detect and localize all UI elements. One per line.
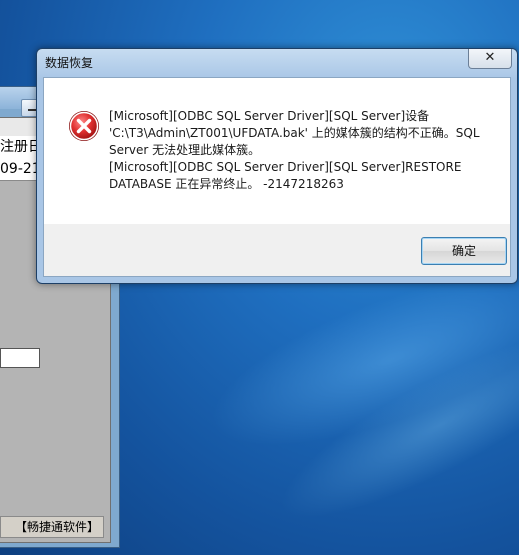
close-button[interactable]: ✕ <box>468 49 512 69</box>
error-icon <box>69 111 99 141</box>
dialog-title: 数据恢复 <box>45 56 94 70</box>
dialog-body: [Microsoft][ODBC SQL Server Driver][SQL … <box>43 77 511 277</box>
error-message: [Microsoft][ODBC SQL Server Driver][SQL … <box>109 109 480 191</box>
text-field[interactable] <box>0 348 40 368</box>
status-label: 【畅捷通软件】 <box>0 516 104 538</box>
message-area: [Microsoft][ODBC SQL Server Driver][SQL … <box>44 78 510 224</box>
ok-button[interactable]: 确定 <box>421 237 507 265</box>
desktop-light-streak <box>259 300 519 550</box>
data-restore-dialog: 数据恢复 ✕ [Microsoft][ODBC SQL Server Drive… <box>36 48 518 284</box>
